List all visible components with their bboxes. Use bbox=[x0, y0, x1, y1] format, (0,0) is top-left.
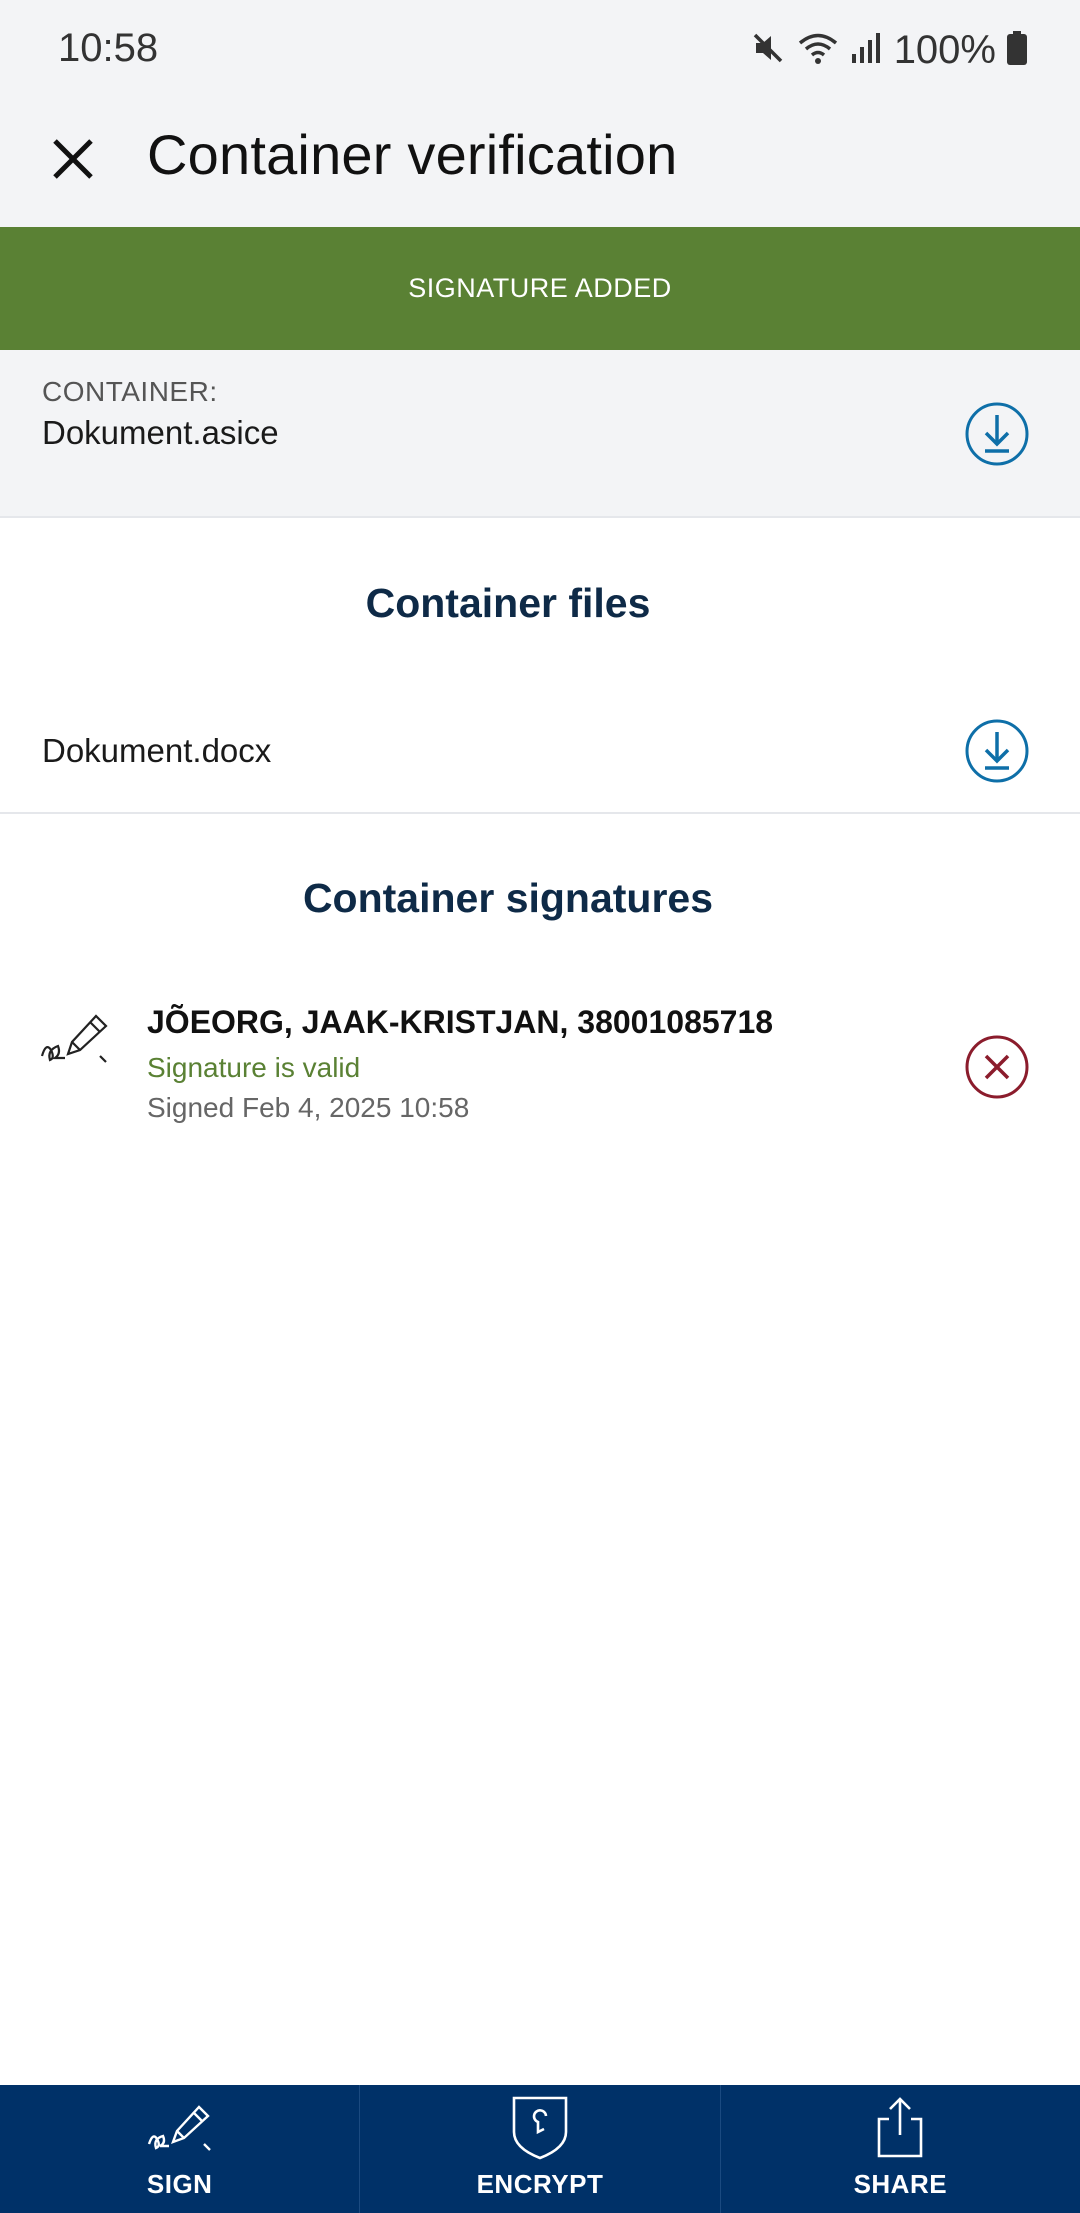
container-info: CONTAINER: Dokument.asice bbox=[0, 350, 1080, 518]
container-label: CONTAINER: bbox=[42, 376, 218, 407]
download-file-button[interactable] bbox=[964, 718, 1030, 784]
status-bar: 10:58 100% bbox=[0, 0, 1080, 100]
share-button[interactable]: SHARE bbox=[721, 2085, 1080, 2213]
remove-icon bbox=[965, 1035, 1029, 1099]
download-container-button[interactable] bbox=[964, 401, 1030, 467]
mute-icon bbox=[750, 30, 786, 71]
signature-row[interactable]: JÕEORG, JAAK-KRISTJAN, 38001085718 Signa… bbox=[0, 990, 1080, 1140]
encrypt-button[interactable]: ENCRYPT bbox=[360, 2085, 721, 2213]
sign-label: SIGN bbox=[146, 2169, 213, 2199]
remove-signature-button[interactable] bbox=[964, 1034, 1030, 1100]
banner-text: SIGNATURE ADDED bbox=[408, 273, 672, 303]
app-bar: Container verification bbox=[0, 100, 1080, 227]
container-signatures-title: Container signatures bbox=[302, 875, 714, 921]
file-name: Dokument.docx bbox=[42, 732, 272, 769]
signature-date: Signed Feb 4, 2025 10:58 bbox=[147, 1092, 470, 1123]
signature-pen-icon bbox=[40, 1014, 108, 1063]
status-time: 10:58 bbox=[58, 26, 159, 70]
battery-percentage: 100% bbox=[893, 27, 996, 72]
page-title: Container verification bbox=[147, 123, 678, 186]
battery-icon bbox=[1006, 30, 1028, 71]
sign-button[interactable]: SIGN bbox=[0, 2085, 361, 2213]
download-icon bbox=[965, 719, 1029, 783]
signer-name: JÕEORG, JAAK-KRISTJAN, 38001085718 bbox=[147, 1004, 774, 1040]
signature-added-banner: SIGNATURE ADDED bbox=[0, 227, 1080, 350]
sign-icon bbox=[147, 2093, 213, 2161]
container-files-title: Container files bbox=[365, 580, 651, 626]
status-icons: 100% bbox=[750, 24, 1028, 76]
signature-status: Signature is valid bbox=[147, 1052, 361, 1083]
encrypt-label: ENCRYPT bbox=[476, 2169, 604, 2199]
file-row[interactable]: Dokument.docx bbox=[0, 690, 1080, 814]
encrypt-icon bbox=[510, 2093, 570, 2161]
close-icon bbox=[53, 139, 93, 179]
container-name: Dokument.asice bbox=[42, 414, 279, 451]
wifi-icon bbox=[796, 30, 840, 71]
share-icon bbox=[875, 2093, 925, 2161]
bottom-nav: SIGN ENCRYPT SHARE bbox=[0, 2085, 1080, 2213]
signal-icon bbox=[850, 30, 884, 71]
download-icon bbox=[965, 402, 1029, 466]
close-button[interactable] bbox=[30, 116, 116, 202]
share-label: SHARE bbox=[853, 2169, 948, 2199]
